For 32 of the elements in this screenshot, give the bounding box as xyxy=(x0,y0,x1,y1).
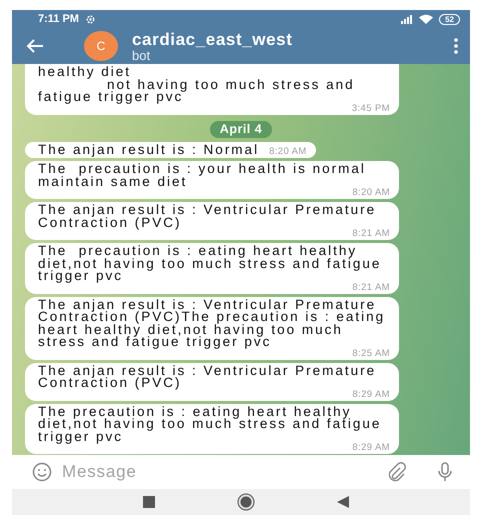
more-menu-icon[interactable] xyxy=(454,38,458,54)
message-time: 8:29 AM xyxy=(352,443,390,452)
home-button[interactable] xyxy=(237,493,255,511)
message-text: The anjan result is : Ventricular Premature Contraction (PVC) xyxy=(38,204,376,229)
chat-title: cardiac_east_west xyxy=(132,30,294,48)
message-time: 8:21 AM xyxy=(352,229,390,238)
settings-icon xyxy=(84,14,96,24)
message-time: 3:45 PM xyxy=(352,104,390,112)
back-button[interactable] xyxy=(337,496,349,508)
signal-icon xyxy=(401,14,414,24)
message-time: 8:20 AM xyxy=(269,147,307,156)
message-time: 8:21 AM xyxy=(352,282,390,292)
message-text: The anjan result is : Normal xyxy=(38,144,260,156)
paperclip-icon[interactable] xyxy=(386,462,406,482)
message-text: The anjan result is : Ventricular Premature Contraction (PVC)The precaution is : eating heart healthy diet,not having too much stress and fatigue trigger pvc xyxy=(38,298,386,348)
message-time: 8:29 AM xyxy=(352,390,390,398)
message-text: The precaution is : your health is normal maintain same diet xyxy=(38,163,366,188)
avatar[interactable]: C xyxy=(84,31,118,61)
message-text: The precaution is : eating heart healthy diet,not having too much stress and fatigue trigger pvc xyxy=(38,406,382,443)
battery-icon: 52 xyxy=(439,14,460,24)
message-field[interactable]: Message xyxy=(62,462,376,482)
back-arrow-icon[interactable] xyxy=(26,39,44,53)
emoji-icon[interactable] xyxy=(32,462,52,482)
message-text: The anjan result is : Ventricular Premature Contraction (PVC) xyxy=(38,364,378,390)
date-chip: April 4 xyxy=(210,120,272,138)
message-text: healthy diet not having too much stress and fatigue trigger pvc xyxy=(38,66,356,104)
message-time: 8:20 AM xyxy=(352,188,390,197)
message-text: The precaution is : eating heart healthy diet,not having too much stress and fatigue trigger pvc xyxy=(38,245,382,282)
clock-time: 7:11 PM xyxy=(38,13,79,25)
message-time: 8:25 AM xyxy=(352,348,390,358)
chat-subtitle: bot xyxy=(132,48,152,62)
wifi-icon xyxy=(419,14,434,24)
